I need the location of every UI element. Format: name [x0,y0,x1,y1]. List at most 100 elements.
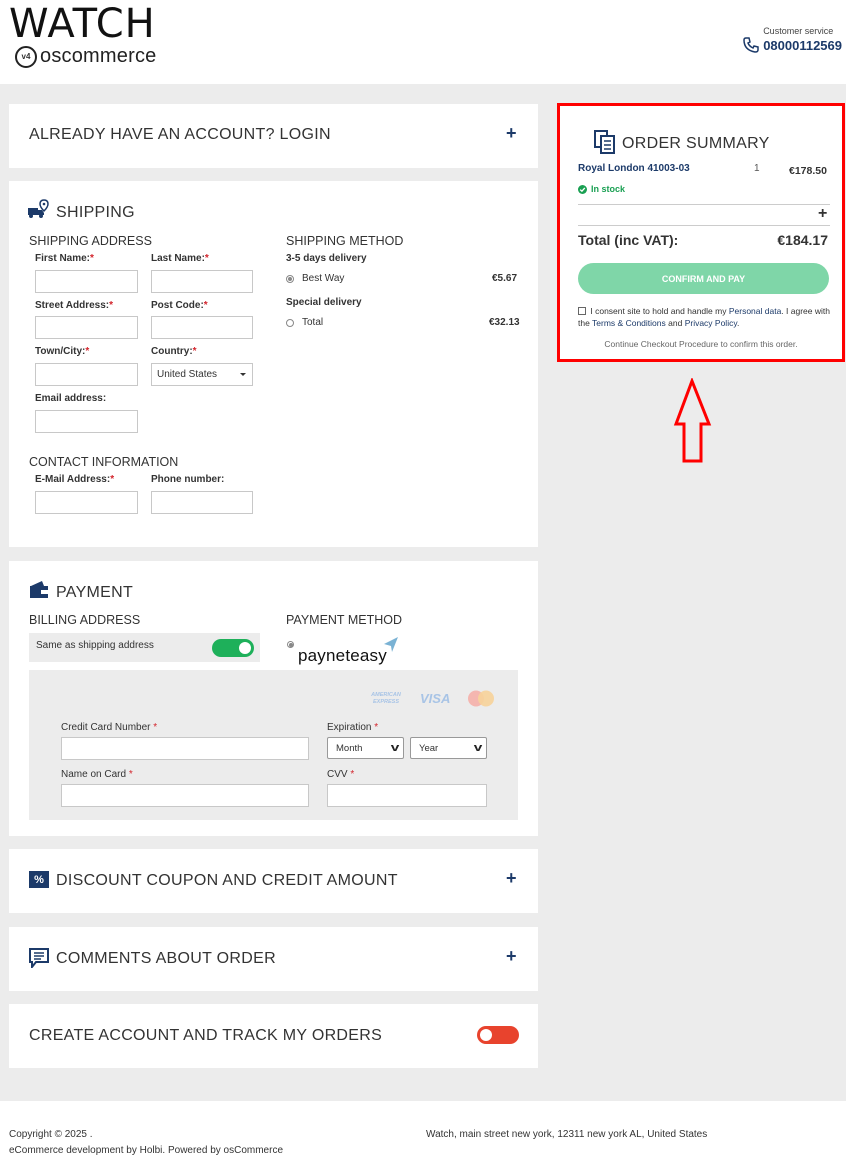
delivery-truck-icon [28,199,49,218]
first-name-label: First Name:* [35,253,94,264]
shipping-price-total: €32.13 [489,317,520,328]
store-address: Watch, main street new york, 12311 new y… [426,1129,708,1140]
shipping-price-best-way: €5.67 [492,273,518,284]
credit-card-form: AMERICAN EXPRESS VISA Credit Card Number… [29,670,518,820]
country-select[interactable]: United States [151,363,253,386]
total-value: €184.17 [777,232,828,248]
personal-data-link[interactable]: Personal data [729,306,781,316]
create-account-toggle[interactable] [477,1026,519,1044]
phone-number-field[interactable] [151,491,253,514]
logo-watch-text[interactable]: WATCH [9,2,156,46]
privacy-policy-link[interactable]: Privacy Policy [685,318,737,328]
expiration-month-select[interactable]: Month v [327,737,404,759]
last-name-label: Last Name:* [151,253,209,264]
payment-method-heading: PAYMENT METHOD [286,613,402,627]
cvv-label: CVV * [327,769,355,780]
month-select-value: Month [336,742,363,754]
email-address-field[interactable] [35,410,138,433]
cvv-field[interactable] [327,784,487,807]
country-select-value: United States [157,369,218,380]
amex-card-icon: AMERICAN EXPRESS [371,692,401,705]
shipping-method-total[interactable]: Total [302,317,323,328]
chevron-down-icon: v [473,742,483,754]
shipping-group-standard: 3-5 days delivery [286,253,367,264]
name-on-card-label: Name on Card * [61,769,133,780]
shipping-method-best-way[interactable]: Best Way [302,273,344,284]
comments-panel[interactable]: COMMENTS ABOUT ORDER + [9,927,538,991]
create-account-title: CREATE ACCOUNT AND TRACK MY ORDERS [29,1027,383,1044]
caret-down-icon [240,373,246,376]
confirm-and-pay-button[interactable]: CONFIRM AND PAY [578,263,829,294]
customer-service-label: Customer service [763,26,834,36]
shipping-method-heading: SHIPPING METHOD [286,234,404,248]
oscommerce-logo[interactable]: v4 oscommerce [15,45,156,68]
product-price: €178.50 [789,165,827,177]
last-name-field[interactable] [151,270,253,293]
street-address-label: Street Address:* [35,300,114,311]
year-select-value: Year [419,742,439,754]
expand-plus-icon[interactable]: + [506,123,517,144]
contact-email-field[interactable] [35,491,138,514]
terms-link[interactable]: Terms & Conditions [592,318,666,328]
product-quantity: 1 [754,163,760,174]
check-circle-icon [578,184,587,194]
post-code-label: Post Code:* [151,300,208,311]
contact-information-heading: CONTACT INFORMATION [29,455,179,469]
consent-checkbox[interactable] [578,307,586,315]
customer-service: Customer service 08000112569 [743,26,842,53]
discount-panel-title: DISCOUNT COUPON AND CREDIT AMOUNT [56,872,398,889]
product-name-link[interactable]: Royal London 41003-03 [578,163,690,174]
street-address-field[interactable] [35,316,138,339]
stock-status: In stock [578,184,625,194]
payneteasy-logo[interactable]: payneteasy [298,636,408,668]
shipping-radio-best-way[interactable] [286,275,294,283]
comments-panel-title: COMMENTS ABOUT ORDER [56,950,276,967]
expand-plus-icon[interactable]: + [506,946,517,967]
same-as-shipping-toggle[interactable] [212,639,254,657]
continue-checkout-note: Continue Checkout Procedure to confirm t… [604,339,798,349]
customer-service-phone[interactable]: 08000112569 [763,38,842,53]
shipping-title: SHIPPING [56,204,135,221]
payneteasy-logo-text: payneteasy [298,646,387,665]
first-name-field[interactable] [35,270,138,293]
shipping-radio-total[interactable] [286,319,294,327]
comment-bubble-icon [29,948,49,968]
site-header: WATCH v4 oscommerce Customer service 080… [0,0,846,84]
divider [578,225,830,226]
town-city-field[interactable] [35,363,138,386]
country-label: Country:* [151,346,197,357]
expiration-year-select[interactable]: Year v [410,737,487,759]
wallet-icon [30,581,48,598]
post-code-field[interactable] [151,316,253,339]
cc-number-field[interactable] [61,737,309,760]
expand-plus-icon[interactable]: + [818,205,827,223]
payment-title: PAYMENT [56,584,134,601]
cc-number-label: Credit Card Number * [61,722,158,733]
shipping-address-heading: SHIPPING ADDRESS [29,234,152,248]
payment-panel: PAYMENT BILLING ADDRESS Same as shipping… [9,561,538,836]
login-panel-title: ALREADY HAVE AN ACCOUNT? LOGIN [29,126,331,143]
total-label: Total (inc VAT): [578,232,679,248]
login-panel[interactable]: ALREADY HAVE AN ACCOUNT? LOGIN + [9,104,538,168]
contact-email-label: E-Mail Address:* [35,474,115,485]
expand-plus-icon[interactable]: + [506,868,517,889]
up-arrow-annotation-icon [673,378,712,463]
order-document-icon [594,130,615,154]
copyright-text: Copyright © 2025 . [9,1129,93,1140]
order-summary-title: ORDER SUMMARY [622,135,770,152]
discount-panel[interactable]: % DISCOUNT COUPON AND CREDIT AMOUNT + [9,849,538,913]
create-account-panel: CREATE ACCOUNT AND TRACK MY ORDERS [9,1004,538,1068]
consent-text: I consent site to hold and handle my Per… [578,306,830,328]
phone-number-label: Phone number: [151,474,225,485]
toggle-knob [480,1029,492,1041]
credits-text: eCommerce development by Holbi. Powered … [9,1145,284,1156]
shipping-group-special: Special delivery [286,297,362,308]
payneteasy-radio[interactable] [287,641,294,648]
oscommerce-logo-text: oscommerce [40,45,157,67]
town-city-label: Town/City:* [35,346,90,357]
billing-address-heading: BILLING ADDRESS [29,613,141,627]
divider [578,204,830,205]
discount-percent-icon: % [29,871,49,888]
name-on-card-field[interactable] [61,784,309,807]
visa-card-icon: VISA [420,691,451,706]
